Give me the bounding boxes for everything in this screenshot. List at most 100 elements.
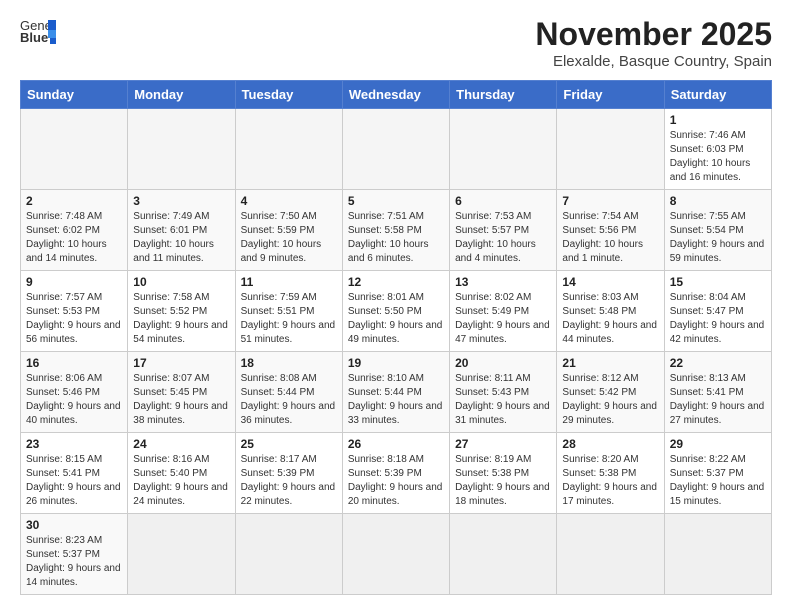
calendar-cell: 1Sunrise: 7:46 AM Sunset: 6:03 PM Daylig… bbox=[664, 109, 771, 190]
calendar-cell bbox=[557, 109, 664, 190]
day-info: Sunrise: 8:02 AM Sunset: 5:49 PM Dayligh… bbox=[455, 291, 551, 347]
day-number: 28 bbox=[562, 437, 658, 451]
calendar-cell: 16 Sunrise: 8:06 AM Sunset: 5:46 PM Dayli… bbox=[21, 352, 128, 433]
calendar-cell: 4 Sunrise: 7:50 AM Sunset: 5:59 PM Daylig… bbox=[235, 190, 342, 271]
calendar-cell: 12Sunrise: 8:01 AM Sunset: 5:50 PM Dayli… bbox=[342, 271, 449, 352]
calendar-cell bbox=[450, 109, 557, 190]
day-info: Sunrise: 8:03 AM Sunset: 5:48 PM Dayligh… bbox=[562, 291, 658, 347]
calendar-cell: 17Sunrise: 8:07 AM Sunset: 5:45 PM Dayli… bbox=[128, 352, 235, 433]
calendar-cell bbox=[128, 109, 235, 190]
calendar-cell: 15Sunrise: 8:04 AM Sunset: 5:47 PM Dayli… bbox=[664, 271, 771, 352]
calendar-cell: 23Sunrise: 8:15 AM Sunset: 5:41 PM Dayli… bbox=[21, 433, 128, 514]
calendar-cell: 9 Sunrise: 7:57 AM Sunset: 5:53 PM Daylig… bbox=[21, 271, 128, 352]
calendar-cell: 28 Sunrise: 8:20 AM Sunset: 5:38 PM Dayli… bbox=[557, 433, 664, 514]
day-number: 13 bbox=[455, 275, 551, 289]
calendar-cell: 22 Sunrise: 8:13 AM Sunset: 5:41 PM Dayli… bbox=[664, 352, 771, 433]
day-number: 6 bbox=[455, 194, 551, 208]
day-number: 4 bbox=[241, 194, 337, 208]
day-number: 5 bbox=[348, 194, 444, 208]
day-info: Sunrise: 8:23 AM Sunset: 5:37 PM Dayligh… bbox=[26, 534, 122, 590]
svg-text:Blue: Blue bbox=[20, 30, 48, 44]
weekday-header-thursday: Thursday bbox=[450, 81, 557, 109]
day-info: Sunrise: 8:17 AM Sunset: 5:39 PM Dayligh… bbox=[241, 453, 337, 509]
weekday-header-friday: Friday bbox=[557, 81, 664, 109]
day-number: 3 bbox=[133, 194, 229, 208]
day-info: Sunrise: 7:53 AM Sunset: 5:57 PM Dayligh… bbox=[455, 210, 551, 266]
day-info: Sunrise: 7:55 AM Sunset: 5:54 PM Dayligh… bbox=[670, 210, 766, 266]
logo: General Blue bbox=[20, 16, 56, 44]
day-number: 7 bbox=[562, 194, 658, 208]
calendar-cell bbox=[342, 514, 449, 595]
day-number: 17 bbox=[133, 356, 229, 370]
calendar-cell bbox=[342, 109, 449, 190]
weekday-header-monday: Monday bbox=[128, 81, 235, 109]
calendar-week-row: 1Sunrise: 7:46 AM Sunset: 6:03 PM Daylig… bbox=[21, 109, 772, 190]
day-info: Sunrise: 8:04 AM Sunset: 5:47 PM Dayligh… bbox=[670, 291, 766, 347]
day-info: Sunrise: 7:57 AM Sunset: 5:53 PM Dayligh… bbox=[26, 291, 122, 347]
day-info: Sunrise: 7:51 AM Sunset: 5:58 PM Dayligh… bbox=[348, 210, 444, 266]
day-number: 8 bbox=[670, 194, 766, 208]
weekday-header-saturday: Saturday bbox=[664, 81, 771, 109]
calendar: SundayMondayTuesdayWednesdayThursdayFrid… bbox=[20, 80, 772, 595]
calendar-cell: 25Sunrise: 8:17 AM Sunset: 5:39 PM Dayli… bbox=[235, 433, 342, 514]
day-info: Sunrise: 7:59 AM Sunset: 5:51 PM Dayligh… bbox=[241, 291, 337, 347]
calendar-cell: 18 Sunrise: 8:08 AM Sunset: 5:44 PM Dayli… bbox=[235, 352, 342, 433]
day-number: 11 bbox=[241, 275, 337, 289]
day-info: Sunrise: 8:01 AM Sunset: 5:50 PM Dayligh… bbox=[348, 291, 444, 347]
calendar-week-row: 30 Sunrise: 8:23 AM Sunset: 5:37 PM Dayli… bbox=[21, 514, 772, 595]
calendar-cell: 14 Sunrise: 8:03 AM Sunset: 5:48 PM Dayli… bbox=[557, 271, 664, 352]
day-info: Sunrise: 8:08 AM Sunset: 5:44 PM Dayligh… bbox=[241, 372, 337, 428]
calendar-cell: 5 Sunrise: 7:51 AM Sunset: 5:58 PM Daylig… bbox=[342, 190, 449, 271]
day-number: 29 bbox=[670, 437, 766, 451]
day-info: Sunrise: 8:22 AM Sunset: 5:37 PM Dayligh… bbox=[670, 453, 766, 509]
month-year: November 2025 bbox=[535, 16, 772, 53]
day-number: 18 bbox=[241, 356, 337, 370]
day-info: Sunrise: 7:48 AM Sunset: 6:02 PM Dayligh… bbox=[26, 210, 122, 266]
calendar-week-row: 2 Sunrise: 7:48 AM Sunset: 6:02 PM Daylig… bbox=[21, 190, 772, 271]
day-number: 2 bbox=[26, 194, 122, 208]
day-number: 10 bbox=[133, 275, 229, 289]
day-number: 22 bbox=[670, 356, 766, 370]
calendar-cell: 7 Sunrise: 7:54 AM Sunset: 5:56 PM Daylig… bbox=[557, 190, 664, 271]
day-number: 9 bbox=[26, 275, 122, 289]
calendar-cell bbox=[557, 514, 664, 595]
day-info: Sunrise: 8:11 AM Sunset: 5:43 PM Dayligh… bbox=[455, 372, 551, 428]
day-number: 23 bbox=[26, 437, 122, 451]
day-info: Sunrise: 8:20 AM Sunset: 5:38 PM Dayligh… bbox=[562, 453, 658, 509]
calendar-cell: 30 Sunrise: 8:23 AM Sunset: 5:37 PM Dayli… bbox=[21, 514, 128, 595]
calendar-cell bbox=[128, 514, 235, 595]
calendar-cell: 2 Sunrise: 7:48 AM Sunset: 6:02 PM Daylig… bbox=[21, 190, 128, 271]
location: Elexalde, Basque Country, Spain bbox=[535, 53, 772, 70]
day-number: 16 bbox=[26, 356, 122, 370]
day-number: 14 bbox=[562, 275, 658, 289]
calendar-cell: 29 Sunrise: 8:22 AM Sunset: 5:37 PM Dayli… bbox=[664, 433, 771, 514]
weekday-header-tuesday: Tuesday bbox=[235, 81, 342, 109]
day-info: Sunrise: 8:19 AM Sunset: 5:38 PM Dayligh… bbox=[455, 453, 551, 509]
day-info: Sunrise: 7:54 AM Sunset: 5:56 PM Dayligh… bbox=[562, 210, 658, 266]
weekday-header-row: SundayMondayTuesdayWednesdayThursdayFrid… bbox=[21, 81, 772, 109]
day-info: Sunrise: 8:18 AM Sunset: 5:39 PM Dayligh… bbox=[348, 453, 444, 509]
day-info: Sunrise: 8:16 AM Sunset: 5:40 PM Dayligh… bbox=[133, 453, 229, 509]
day-info: Sunrise: 7:50 AM Sunset: 5:59 PM Dayligh… bbox=[241, 210, 337, 266]
weekday-header-sunday: Sunday bbox=[21, 81, 128, 109]
day-number: 24 bbox=[133, 437, 229, 451]
calendar-cell: 3 Sunrise: 7:49 AM Sunset: 6:01 PM Daylig… bbox=[128, 190, 235, 271]
day-number: 27 bbox=[455, 437, 551, 451]
day-number: 19 bbox=[348, 356, 444, 370]
day-number: 30 bbox=[26, 518, 122, 532]
day-number: 20 bbox=[455, 356, 551, 370]
calendar-cell: 20 Sunrise: 8:11 AM Sunset: 5:43 PM Dayli… bbox=[450, 352, 557, 433]
page: General Blue November 2025 Elexalde, Bas… bbox=[0, 0, 792, 611]
calendar-cell: 8 Sunrise: 7:55 AM Sunset: 5:54 PM Daylig… bbox=[664, 190, 771, 271]
day-info: Sunrise: 7:49 AM Sunset: 6:01 PM Dayligh… bbox=[133, 210, 229, 266]
day-info: Sunrise: 8:13 AM Sunset: 5:41 PM Dayligh… bbox=[670, 372, 766, 428]
day-info: Sunrise: 8:06 AM Sunset: 5:46 PM Dayligh… bbox=[26, 372, 122, 428]
calendar-cell: 21Sunrise: 8:12 AM Sunset: 5:42 PM Dayli… bbox=[557, 352, 664, 433]
calendar-cell: 11 Sunrise: 7:59 AM Sunset: 5:51 PM Dayli… bbox=[235, 271, 342, 352]
header: General Blue November 2025 Elexalde, Bas… bbox=[20, 16, 772, 70]
calendar-week-row: 9 Sunrise: 7:57 AM Sunset: 5:53 PM Daylig… bbox=[21, 271, 772, 352]
calendar-cell bbox=[664, 514, 771, 595]
day-number: 26 bbox=[348, 437, 444, 451]
calendar-cell: 27 Sunrise: 8:19 AM Sunset: 5:38 PM Dayli… bbox=[450, 433, 557, 514]
calendar-cell bbox=[235, 109, 342, 190]
